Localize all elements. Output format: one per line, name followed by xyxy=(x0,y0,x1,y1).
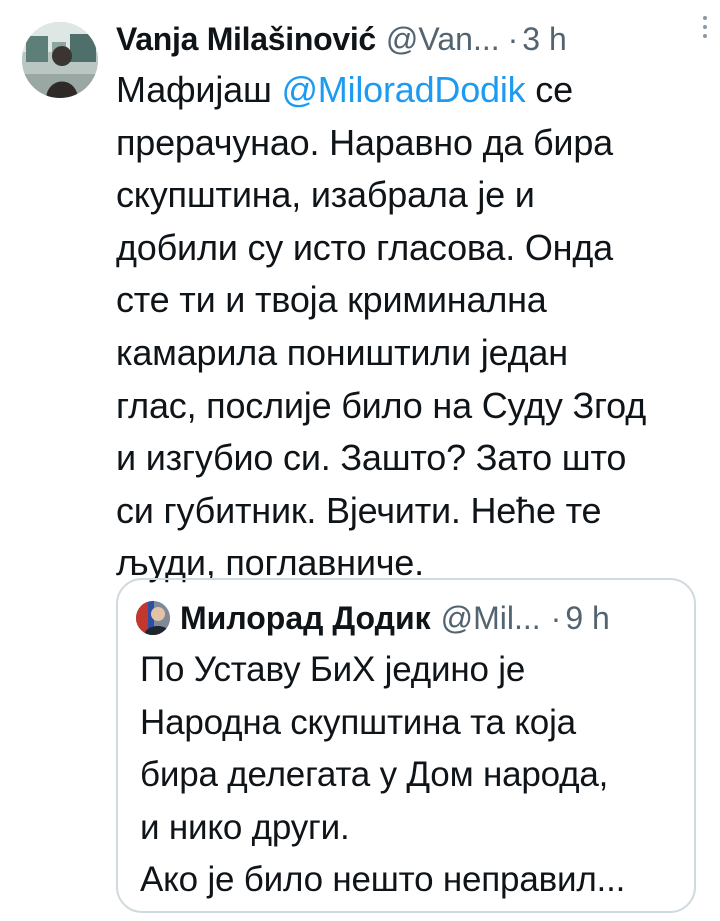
quoted-author-avatar-image xyxy=(136,601,170,635)
tweet-text-line: добили су исто гласова. Онда xyxy=(116,226,613,268)
quoted-tweet-timestamp[interactable]: 9 h xyxy=(565,600,609,637)
quoted-tweet-text: По Уставу БиХ једино је Народна скупштин… xyxy=(140,644,685,907)
tweet[interactable]: Vanja Milašinović @Van... · 3 h Мафијаш … xyxy=(0,0,720,921)
author-avatar[interactable] xyxy=(22,22,98,98)
tweet-text-line: Мафијаш @MiloradDodik се xyxy=(116,64,706,117)
quoted-author-handle[interactable]: @Mil... xyxy=(441,600,541,637)
tweet-text-line: камарила поништили један xyxy=(116,331,568,373)
tweet-header: Vanja Milašinović @Van... · 3 h xyxy=(116,14,706,64)
tweet-text-after-mention: се xyxy=(525,69,573,110)
separator-dot: · xyxy=(507,20,519,57)
separator-dot: · xyxy=(550,599,562,636)
tweet-text-line: и изгубио си. Зашто? Зато што xyxy=(116,437,627,479)
quoted-text-line: Народна скупштина та која xyxy=(140,702,576,742)
quoted-text-line: Ако је било нешто неправил... xyxy=(140,860,626,899)
author-name[interactable]: Vanja Milašinović xyxy=(116,21,376,58)
quoted-author-name[interactable]: Милорад Додик xyxy=(180,600,431,637)
quoted-author-avatar[interactable] xyxy=(136,601,170,635)
tweet-text-start: Мафијаш xyxy=(116,69,282,110)
author-handle[interactable]: @Van... xyxy=(386,21,500,58)
quoted-text-line: бира делегата у Дом народа, xyxy=(140,755,609,794)
mention-link[interactable]: @MiloradDodik xyxy=(281,69,525,110)
tweet-text-line: си губитник. Вјечити. Неће те xyxy=(116,489,602,531)
quoted-tweet-header: Милорад Додик @Mil... · 9 h xyxy=(136,596,686,640)
tweet-text-line: прерачунао. Наравно да бира xyxy=(116,121,613,163)
author-avatar-image xyxy=(22,22,98,98)
tweet-text: Мафијаш @MiloradDodik се прерачунао. Нар… xyxy=(116,64,706,590)
tweet-text-line: глас, послије било на Суду Згод xyxy=(116,384,647,426)
tweet-text-line: скупштина, изабрала је и xyxy=(116,174,535,216)
quoted-text-line: и нико други. xyxy=(140,807,350,847)
quoted-tweet[interactable]: Милорад Додик @Mil... · 9 h По Уставу Би… xyxy=(116,578,696,913)
quoted-text-line: По Уставу БиХ једино је xyxy=(140,650,526,689)
tweet-text-line: сте ти и твоја криминална xyxy=(116,279,547,321)
tweet-timestamp[interactable]: 3 h xyxy=(522,21,566,58)
more-vertical-icon[interactable] xyxy=(692,10,718,44)
